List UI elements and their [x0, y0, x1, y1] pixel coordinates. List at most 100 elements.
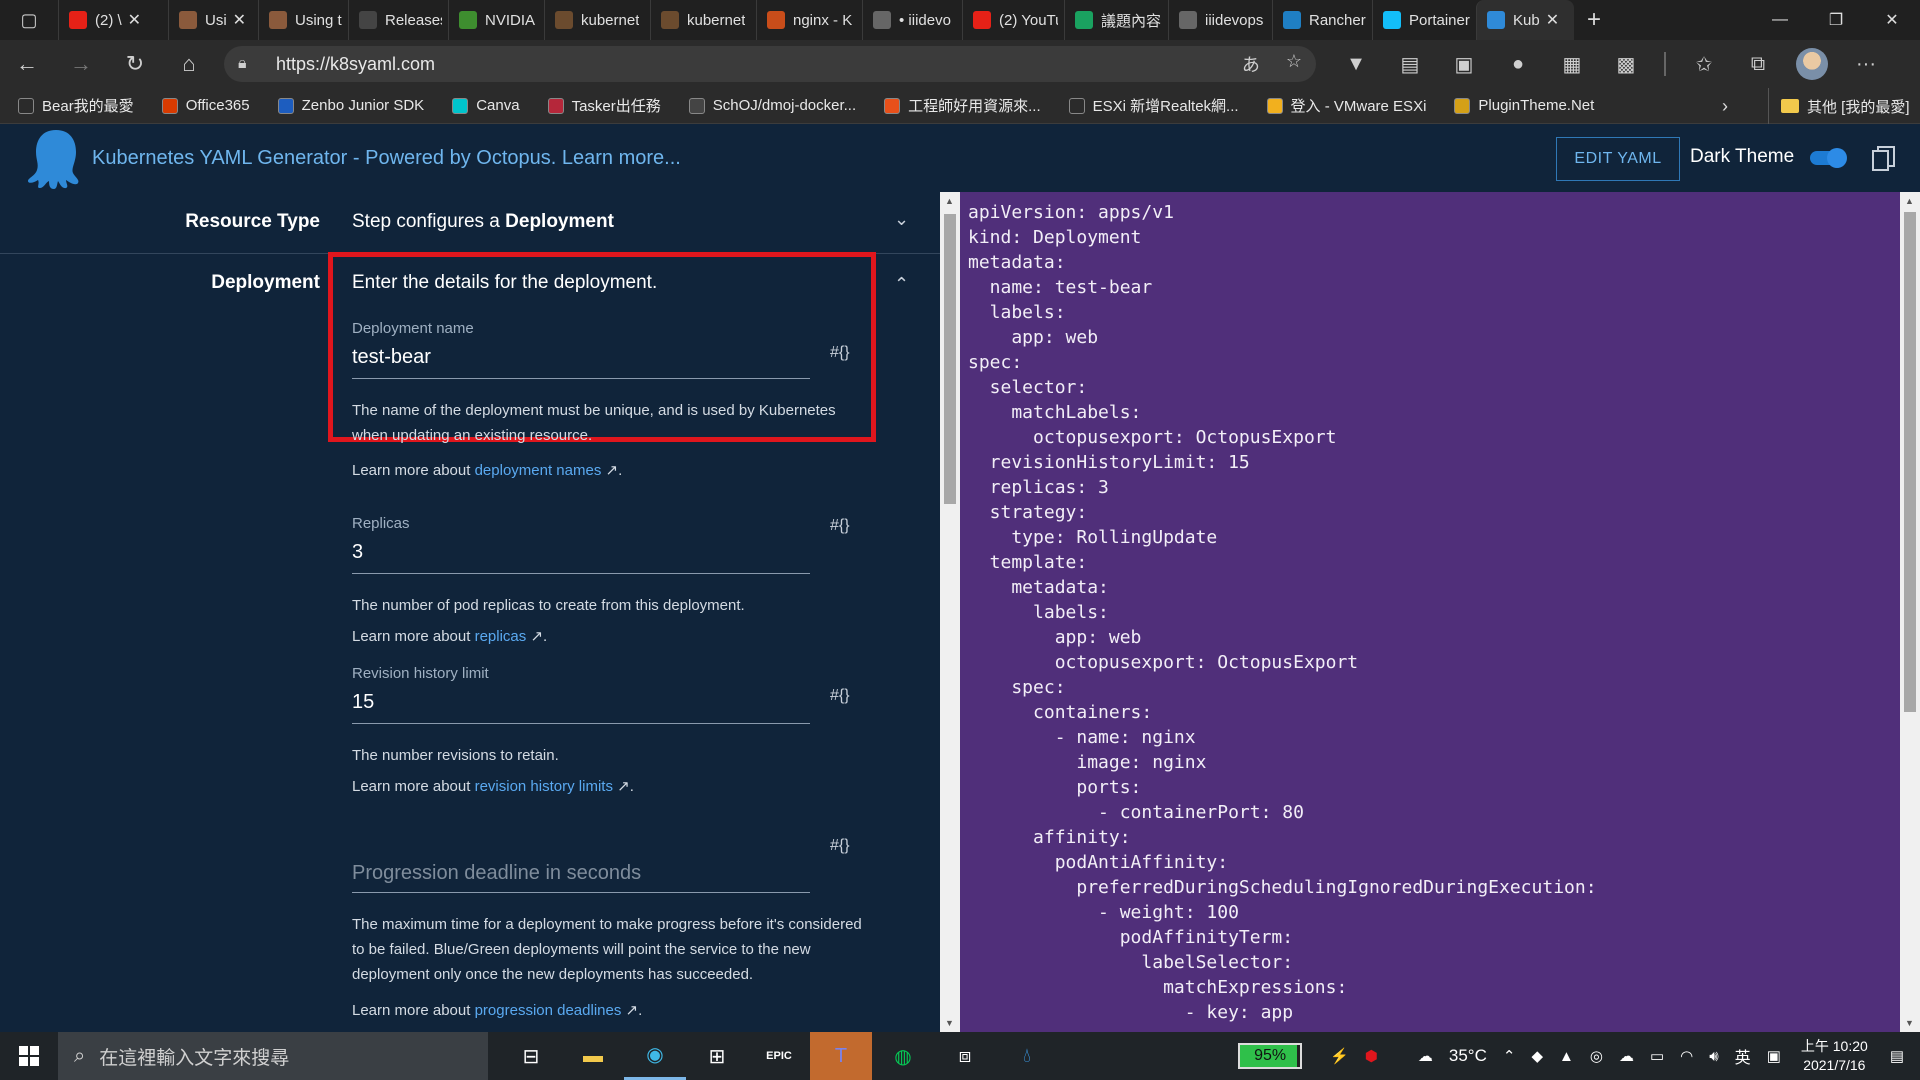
scroll-down-icon[interactable]: ▼ — [1905, 1018, 1914, 1028]
bookmark-item[interactable]: Office365 — [161, 97, 250, 114]
browser-tab[interactable]: nginx - K — [756, 0, 862, 40]
restore-icon[interactable]: ❐ — [1808, 0, 1864, 40]
store-icon[interactable]: ⊞ — [686, 1032, 748, 1080]
lock-icon[interactable]: 🔒︎ — [238, 55, 260, 73]
tray-app-icon[interactable]: ◆ — [1531, 1047, 1543, 1065]
new-tab-button[interactable]: + — [1574, 0, 1614, 40]
edge-browser-icon[interactable]: ◉ — [624, 1032, 686, 1080]
browser-tab[interactable]: Usi ✕ — [168, 0, 258, 40]
bookmark-item[interactable]: Canva — [452, 97, 520, 114]
browser-tab[interactable]: kubernet — [544, 0, 650, 40]
file-explorer-icon[interactable]: ▬ — [562, 1032, 624, 1080]
bookmark-item[interactable]: ESXi 新增Realtek網... — [1068, 95, 1239, 116]
scroll-up-icon[interactable]: ▲ — [1905, 196, 1914, 206]
bookmark-other-favorites[interactable]: 其他 [我的最愛] — [1768, 88, 1910, 124]
form-scrollbar-thumb[interactable] — [944, 214, 956, 504]
notification-icon[interactable]: ▤ — [1890, 1047, 1904, 1065]
refresh-icon[interactable]: ↻ — [108, 40, 162, 88]
progression-variable-button[interactable]: #{} — [830, 837, 850, 855]
teams-icon[interactable]: T — [810, 1032, 872, 1080]
bookmark-item[interactable]: 工程師好用資源來... — [884, 95, 1041, 116]
replicas-link[interactable]: replicas — [475, 628, 527, 645]
octopus-logo-icon[interactable] — [24, 126, 88, 190]
temperature-text[interactable]: 35°C — [1449, 1046, 1487, 1066]
back-icon[interactable]: ← — [0, 40, 54, 88]
bookmark-item[interactable]: Tasker出任務 — [547, 95, 661, 116]
scroll-up-icon[interactable]: ▲ — [945, 196, 954, 206]
paint-drop-icon[interactable]: 💧︎ — [996, 1032, 1058, 1080]
revision-history-limits-link[interactable]: revision history limits — [475, 778, 613, 795]
extension-printer-icon[interactable]: ▤ — [1394, 48, 1426, 80]
drive-icon[interactable]: ▲ — [1559, 1048, 1574, 1065]
browser-tab[interactable]: • iiidevo — [862, 0, 962, 40]
bookmarks-overflow-icon[interactable]: › — [1722, 96, 1728, 117]
yaml-code[interactable]: apiVersion: apps/v1 kind: Deployment met… — [968, 200, 1597, 1025]
browser-tab[interactable]: (2) YouTu — [962, 0, 1064, 40]
line-icon[interactable]: ◍ — [872, 1032, 934, 1080]
close-tab-icon[interactable]: ✕ — [128, 10, 141, 30]
battery-icon[interactable]: ▭ — [1650, 1047, 1664, 1065]
edge-tray-icon[interactable]: ◎ — [1590, 1047, 1603, 1065]
bookmark-item[interactable]: Bear我的最愛 — [18, 95, 134, 116]
ime-mode-icon[interactable]: ▣ — [1767, 1047, 1781, 1065]
replicas-variable-button[interactable]: #{} — [830, 517, 850, 535]
close-tab-icon[interactable]: ✕ — [233, 10, 246, 30]
browser-tab[interactable]: Portainer — [1372, 0, 1476, 40]
onedrive-icon[interactable]: ☁ — [1619, 1047, 1634, 1065]
close-window-icon[interactable]: ✕ — [1864, 0, 1920, 40]
weather-cloud-icon[interactable]: ☁ — [1418, 1047, 1433, 1065]
browser-tab[interactable]: Releases — [348, 0, 448, 40]
progression-deadlines-link[interactable]: progression deadlines — [475, 1002, 622, 1019]
extension-grid-icon[interactable]: ▩ — [1610, 48, 1642, 80]
browser-tab[interactable]: 議題內容 — [1064, 0, 1168, 40]
revision-history-variable-button[interactable]: #{} — [830, 687, 850, 705]
extension-vue-icon[interactable]: ▼ — [1340, 48, 1372, 80]
app-title-link[interactable]: Kubernetes YAML Generator - Powered by O… — [92, 147, 681, 170]
tab-actions-icon[interactable]: ▢ — [0, 0, 58, 40]
forward-icon[interactable]: → — [54, 40, 108, 88]
bookmark-item[interactable]: PluginTheme.Net — [1454, 97, 1594, 114]
home-icon[interactable]: ⌂ — [162, 40, 216, 88]
deployment-name-input[interactable]: test-bear — [352, 346, 431, 369]
extension-palette-icon[interactable]: ▦ — [1556, 48, 1588, 80]
scroll-down-icon[interactable]: ▼ — [945, 1018, 954, 1028]
browser-tab[interactable]: iiidevops — [1168, 0, 1272, 40]
collections-icon[interactable]: ⧉ — [1742, 48, 1774, 80]
epic-games-icon[interactable]: EPIC — [748, 1032, 810, 1080]
bookmark-item[interactable]: 登入 - VMware ESXi — [1266, 95, 1426, 116]
deployment-name-variable-button[interactable]: #{} — [830, 344, 850, 362]
profile-avatar[interactable] — [1796, 48, 1828, 80]
start-button[interactable] — [0, 1032, 58, 1080]
deployment-names-link[interactable]: deployment names — [475, 462, 602, 479]
yaml-output-panel[interactable]: apiVersion: apps/v1 kind: Deployment met… — [960, 192, 1900, 1032]
copy-icon[interactable] — [1872, 146, 1896, 172]
extension-copy-icon[interactable]: ▣ — [1448, 48, 1480, 80]
taskbar-search[interactable]: ⌕ 在這裡輸入文字來搜尋 — [58, 1032, 488, 1080]
browser-tab[interactable]: NVIDIA v — [448, 0, 544, 40]
form-scrollbar[interactable]: ▲ ▼ — [940, 192, 960, 1032]
extension-circle-icon[interactable]: ● — [1502, 48, 1534, 80]
chevron-down-icon[interactable]: ⌄ — [894, 209, 909, 230]
bookmark-item[interactable]: Zenbo Junior SDK — [277, 97, 424, 114]
read-aloud-icon[interactable]: あ — [1242, 51, 1260, 77]
minimize-icon[interactable]: — — [1752, 0, 1808, 40]
replicas-input[interactable]: 3 — [352, 541, 363, 564]
browser-tab[interactable]: Rancher — [1272, 0, 1372, 40]
volume-icon[interactable]: 🔊︎ — [1709, 1048, 1718, 1065]
browser-tab[interactable]: kubernet — [650, 0, 756, 40]
task-view-icon[interactable]: ⊟ — [500, 1032, 562, 1080]
close-tab-icon[interactable]: ✕ — [1546, 10, 1559, 30]
remote-desktop-icon[interactable]: ⧈ — [934, 1032, 996, 1080]
address-bar[interactable]: 🔒︎ https://k8syaml.com あ ☆ — [224, 46, 1316, 82]
favorites-icon[interactable]: ✩ — [1688, 48, 1720, 80]
tray-overflow-icon[interactable]: ⌃ — [1503, 1047, 1516, 1065]
bookmark-item[interactable]: SchOJ/dmoj-docker... — [688, 97, 856, 114]
wifi-icon[interactable]: ◠ — [1680, 1047, 1693, 1065]
ime-indicator[interactable]: 英 — [1735, 1044, 1751, 1068]
revision-history-input[interactable]: 15 — [352, 691, 374, 714]
yaml-scrollbar[interactable]: ▲ ▼ — [1900, 192, 1920, 1032]
edit-yaml-button[interactable]: EDIT YAML — [1556, 137, 1680, 181]
battery-indicator[interactable]: 95% — [1238, 1043, 1303, 1069]
dark-theme-toggle[interactable] — [1810, 148, 1847, 168]
more-menu-icon[interactable]: ··· — [1850, 48, 1882, 80]
